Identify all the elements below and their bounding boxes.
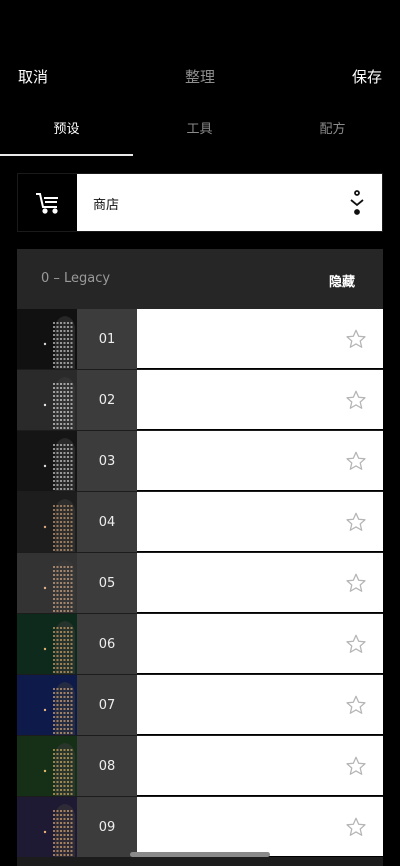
presets-panel: 0 – Legacy 隐藏 01 02 03 04 05 06 07 08 09 [17, 249, 383, 866]
tab-tools[interactable]: 工具 [133, 118, 266, 137]
tab-bar: 预设 工具 配方 [0, 108, 400, 156]
preset-row[interactable]: 06 [17, 614, 383, 674]
favorite-star-icon[interactable] [345, 694, 367, 716]
store-row[interactable]: 商店 [17, 173, 383, 232]
preset-number: 03 [77, 431, 137, 491]
preset-number: 04 [77, 492, 137, 552]
preset-row[interactable]: 03 [17, 431, 383, 491]
preset-thumbnail [17, 675, 77, 735]
cart-icon [18, 174, 77, 231]
favorite-star-icon[interactable] [345, 389, 367, 411]
favorite-star-icon[interactable] [345, 816, 367, 838]
preset-row[interactable]: 08 [17, 736, 383, 796]
favorite-star-icon[interactable] [345, 572, 367, 594]
preset-row[interactable]: 04 [17, 492, 383, 552]
favorite-star-icon[interactable] [345, 511, 367, 533]
preset-thumbnail [17, 614, 77, 674]
preset-thumbnail [17, 431, 77, 491]
preset-row[interactable]: 02 [17, 370, 383, 430]
preset-number: 08 [77, 736, 137, 796]
preset-number: 09 [77, 797, 137, 857]
preset-number: 02 [77, 370, 137, 430]
favorite-star-icon[interactable] [345, 450, 367, 472]
active-tab-indicator [0, 154, 133, 156]
favorite-star-icon[interactable] [345, 633, 367, 655]
more-vertical-icon[interactable] [348, 190, 366, 216]
preset-thumbnail [17, 553, 77, 613]
hide-group-button[interactable]: 隐藏 [329, 271, 355, 290]
save-button[interactable]: 保存 [352, 66, 382, 87]
favorite-star-icon[interactable] [345, 755, 367, 777]
preset-thumbnail [17, 370, 77, 430]
preset-row[interactable]: 01 [17, 309, 383, 369]
preset-number: 05 [77, 553, 137, 613]
preset-number: 01 [77, 309, 137, 369]
tab-presets[interactable]: 预设 [0, 118, 133, 137]
preset-row[interactable]: 09 [17, 797, 383, 857]
tab-recipes[interactable]: 配方 [266, 118, 399, 137]
preset-number: 07 [77, 675, 137, 735]
preset-row[interactable]: 07 [17, 675, 383, 735]
preset-thumbnail [17, 797, 77, 857]
preset-thumbnail [17, 492, 77, 552]
preset-thumbnail [17, 309, 77, 369]
group-header: 0 – Legacy 隐藏 [17, 249, 383, 309]
store-label: 商店 [93, 198, 120, 213]
top-bar: 取消 整理 保存 [0, 60, 400, 92]
home-indicator [130, 852, 270, 857]
page-title: 整理 [184, 68, 215, 86]
preset-row[interactable]: 05 [17, 553, 383, 613]
preset-number: 06 [77, 614, 137, 674]
favorite-star-icon[interactable] [345, 328, 367, 350]
group-name: 0 – Legacy [41, 271, 111, 286]
preset-thumbnail [17, 736, 77, 796]
